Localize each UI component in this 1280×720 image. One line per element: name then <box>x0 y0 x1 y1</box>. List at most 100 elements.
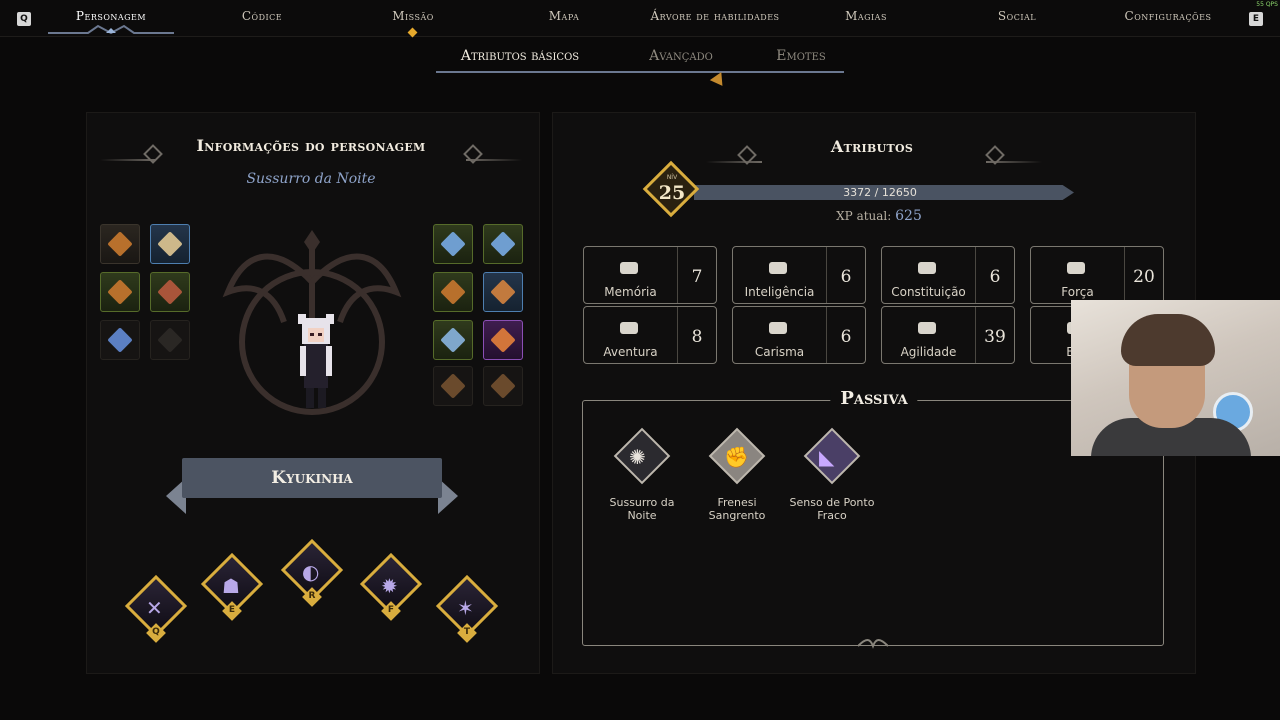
equip-slot-gloves[interactable] <box>150 272 190 312</box>
attr-inteligencia[interactable]: Inteligência 6 <box>732 246 866 304</box>
ability-q[interactable]: ✕ Q <box>124 574 188 643</box>
subtab-underline <box>436 71 844 73</box>
flex-arm-icon <box>918 262 936 274</box>
attr-value: 8 <box>691 327 703 347</box>
attr-memoria[interactable]: Memória 7 <box>583 246 717 304</box>
weak-point-icon: ◣ <box>819 445 835 469</box>
nav-tab-social[interactable]: Social <box>998 9 1036 23</box>
character-class-subtitle: Sussurro da Noite <box>246 171 376 187</box>
attr-label: Carisma <box>754 345 805 359</box>
attr-label: Inteligência <box>744 285 815 299</box>
equip-slot-accessory-2[interactable] <box>100 272 140 312</box>
equip-slot-chest[interactable] <box>150 224 190 264</box>
attr-label: Agilidade <box>900 345 957 359</box>
webcam-overlay <box>1071 300 1280 456</box>
ring-icon <box>490 231 516 257</box>
nav-tab-magias[interactable]: Magias <box>845 9 887 23</box>
crossed-blades-icon: ✕ <box>146 596 163 620</box>
dumbbell-icon <box>1067 262 1085 274</box>
ability-key-label: E <box>228 605 236 615</box>
passive-label: Sussurro da Noite <box>609 496 675 522</box>
gloves-icon <box>157 279 183 305</box>
star-compass-icon <box>769 322 787 334</box>
attr-value: 7 <box>691 267 703 287</box>
mission-notification-dot <box>407 27 418 38</box>
attr-label: Aventura <box>603 345 658 359</box>
ability-r[interactable]: ◐ R <box>280 538 344 607</box>
attr-value: 39 <box>984 327 1006 347</box>
nav-tab-personagem[interactable]: Personagem <box>76 9 146 23</box>
sub-tabs: Atributos básicos Avançado Emotes <box>436 44 844 76</box>
bottom-ornament-icon <box>858 639 888 649</box>
ability-key-label: T <box>463 627 471 637</box>
title-ornament-right <box>986 161 1042 163</box>
title-ornament-left <box>706 161 762 163</box>
rune-icon <box>440 373 466 399</box>
memory-icon <box>620 262 638 274</box>
ability-key-label: R <box>308 591 316 601</box>
active-tab-ornament <box>48 24 174 34</box>
attr-constituicao[interactable]: Constituição 6 <box>881 246 1015 304</box>
bracelet-icon <box>107 279 133 305</box>
tunic-icon <box>157 231 183 257</box>
equip-slot-accessory-1[interactable] <box>100 224 140 264</box>
subtab-atributos-basicos[interactable]: Atributos básicos <box>461 48 579 64</box>
nav-tab-mapa[interactable]: Mapa <box>549 9 580 23</box>
equip-slot-weapon[interactable] <box>433 320 473 360</box>
nav-next-key[interactable]: E <box>1249 12 1263 26</box>
passive-label: Senso de Ponto Fraco <box>789 496 875 522</box>
attr-aventura[interactable]: Aventura 8 <box>583 306 717 364</box>
equip-slot-earring-1[interactable] <box>433 272 473 312</box>
attr-carisma[interactable]: Carisma 6 <box>732 306 866 364</box>
equip-slot-empty[interactable] <box>150 320 190 360</box>
attr-agilidade[interactable]: Agilidade 39 <box>881 306 1015 364</box>
xp-current-label: XP atual: <box>836 209 892 223</box>
nav-tab-codice[interactable]: Códice <box>242 9 282 23</box>
attr-forca[interactable]: Força 20 <box>1030 246 1164 304</box>
equip-slot-ring-2[interactable] <box>483 224 523 264</box>
attr-value: 6 <box>840 267 852 287</box>
nav-tab-arvore[interactable]: Árvore de habilidades <box>650 9 779 23</box>
character-name: Kyukinha <box>271 468 353 488</box>
character-sprite <box>298 314 334 408</box>
xp-progress-text: 3372 / 12650 <box>843 186 917 199</box>
ring-icon <box>440 231 466 257</box>
ability-key-label: Q <box>152 627 160 637</box>
title-ornament-right <box>466 159 522 161</box>
earring-icon <box>490 279 516 305</box>
level-label: NÍV <box>666 174 678 181</box>
ability-t[interactable]: ✶ T <box>435 574 499 643</box>
equip-slot-pet[interactable] <box>100 320 140 360</box>
nav-prev-key[interactable]: Q <box>17 12 31 26</box>
shadow-burst-icon: ✹ <box>381 574 398 598</box>
night-whisper-icon: ✺ <box>629 445 646 469</box>
attr-value: 6 <box>840 327 852 347</box>
hooded-figure-icon: ☗ <box>222 574 240 598</box>
ability-f[interactable]: ✹ F <box>359 552 423 621</box>
book-icon <box>769 262 787 274</box>
level-number: 25 <box>658 182 686 204</box>
tent-icon <box>620 322 638 334</box>
streamer-hair <box>1121 314 1215 366</box>
empty-slot-icon <box>157 327 183 353</box>
spirit-pet-icon <box>107 327 133 353</box>
equip-slot-earring-2[interactable] <box>483 272 523 312</box>
fps-counter: 55 QPS <box>1256 1 1278 8</box>
level-badge: NÍV 25 <box>642 160 700 218</box>
subtab-emotes[interactable]: Emotes <box>776 48 825 64</box>
subtab-avancado[interactable]: Avançado <box>649 48 713 64</box>
ability-e[interactable]: ☗ E <box>200 552 264 621</box>
equip-slot-rune-2[interactable] <box>483 366 523 406</box>
nav-tab-missao[interactable]: Missão <box>392 9 434 23</box>
relic-icon <box>490 327 516 353</box>
attr-label: Força <box>1061 285 1094 299</box>
character-info-title: Informações do personagem <box>196 136 426 155</box>
equip-slot-ring-1[interactable] <box>433 224 473 264</box>
amulet-icon <box>107 231 133 257</box>
earring-icon <box>440 279 466 305</box>
nav-tab-configuracoes[interactable]: Configurações <box>1125 9 1212 23</box>
moon-orb-icon: ◐ <box>302 560 320 584</box>
equip-slot-rune-1[interactable] <box>433 366 473 406</box>
equip-slot-relic[interactable] <box>483 320 523 360</box>
boot-icon <box>918 322 936 334</box>
